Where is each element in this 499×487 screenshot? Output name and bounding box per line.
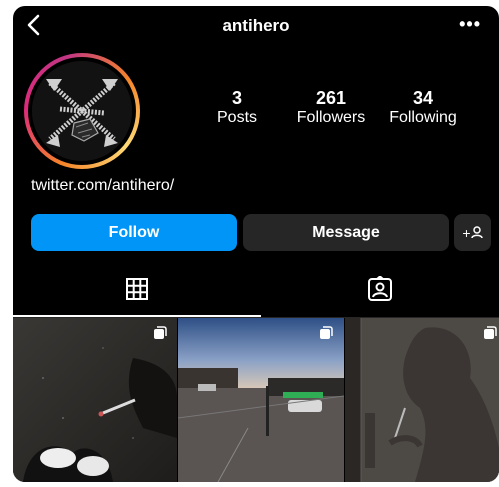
post-image-parking-lot xyxy=(178,318,344,482)
profile-tabs xyxy=(13,263,499,318)
tagged-icon xyxy=(368,276,392,301)
message-button[interactable]: Message xyxy=(243,214,449,251)
top-bar: antihero ••• xyxy=(13,6,499,46)
post-thumbnail[interactable] xyxy=(178,318,344,482)
profile-screen: antihero ••• 3 Posts 261 Followers 34 Fo… xyxy=(13,6,499,482)
posts-grid xyxy=(13,318,499,482)
profile-username: antihero xyxy=(222,16,290,35)
stat-followers[interactable]: 261 Followers xyxy=(292,88,370,128)
plus-label: + xyxy=(462,224,471,241)
post-thumbnail[interactable] xyxy=(13,318,177,482)
stat-posts-label: Posts xyxy=(217,109,258,126)
tab-posts-grid[interactable] xyxy=(13,263,261,317)
stat-following[interactable]: 34 Following xyxy=(384,88,462,128)
stat-posts-value: 3 xyxy=(231,88,242,108)
follow-button[interactable]: Follow xyxy=(31,214,237,251)
stat-following-label: Following xyxy=(389,109,457,126)
stat-following-value: 34 xyxy=(412,88,434,108)
person-add-icon xyxy=(470,226,483,239)
avatar-logo-image xyxy=(32,61,132,161)
stat-followers-value: 261 xyxy=(315,88,347,108)
tab-tagged[interactable] xyxy=(261,263,499,315)
grid-icon xyxy=(126,278,148,300)
multiple-posts-icon xyxy=(320,326,333,339)
add-user-button[interactable]: + xyxy=(454,214,491,251)
avatar-story-ring[interactable] xyxy=(24,53,140,169)
stat-posts: 3 Posts xyxy=(217,88,257,128)
post-image-street xyxy=(13,318,177,482)
more-options-icon[interactable]: ••• xyxy=(459,14,481,35)
post-thumbnail[interactable] xyxy=(345,318,499,482)
post-image-shadow xyxy=(345,318,499,482)
stat-followers-label: Followers xyxy=(296,109,366,126)
avatar[interactable] xyxy=(32,61,132,161)
multiple-posts-icon xyxy=(484,326,497,339)
multiple-posts-icon xyxy=(154,326,167,339)
bio-link[interactable]: twitter.com/antihero/ xyxy=(31,177,174,195)
